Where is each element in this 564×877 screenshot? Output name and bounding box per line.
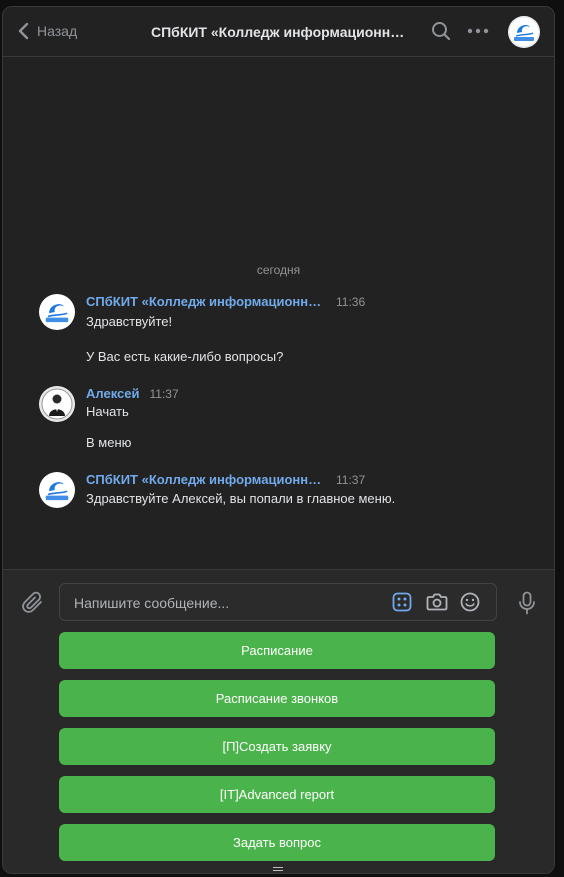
- smile-icon[interactable]: [460, 592, 480, 612]
- message-text: У Вас есть какие-либо вопросы?: [86, 349, 284, 364]
- chat-window: Назад СПбКИТ «Колледж информационны... с…: [2, 6, 555, 874]
- message-header: Алексей 11:37: [86, 386, 179, 402]
- message-group: Алексей 11:37 Начать В меню: [39, 386, 534, 456]
- message-time: 11:36: [336, 295, 366, 309]
- date-separator: сегодня: [256, 263, 301, 277]
- camera-icon[interactable]: [426, 592, 448, 612]
- message-header: СПбКИТ «Колледж информационных ... 11:37: [86, 472, 365, 488]
- chat-header: Назад СПбКИТ «Колледж информационны...: [3, 7, 554, 57]
- message-group: СПбКИТ «Колледж информационных ... 11:36 …: [39, 294, 534, 374]
- avatar[interactable]: [39, 472, 75, 508]
- search-icon[interactable]: [431, 21, 451, 41]
- microphone-icon[interactable]: [518, 591, 536, 615]
- resize-handle[interactable]: [273, 865, 283, 871]
- message-header: СПбКИТ «Колледж информационных ... 11:36: [86, 294, 365, 310]
- composer: Расписание Расписание звонков [П]Создать…: [3, 569, 554, 873]
- back-label: Назад: [37, 23, 78, 39]
- message-time: 11:37: [149, 387, 179, 401]
- chevron-left-icon: [18, 22, 29, 40]
- message-text: Здравствуйте!: [86, 314, 173, 329]
- college-logo-icon: [40, 473, 74, 507]
- paperclip-icon[interactable]: [21, 591, 45, 615]
- keyboard-button-schedule[interactable]: Расписание: [59, 632, 495, 669]
- message-text: Здравствуйте Алексей, вы попали в главно…: [86, 491, 396, 506]
- message-group: СПбКИТ «Колледж информационных ... 11:37 …: [39, 472, 534, 512]
- avatar[interactable]: [39, 386, 75, 422]
- back-button[interactable]: Назад: [17, 21, 77, 41]
- keyboard-button-bell-schedule[interactable]: Расписание звонков: [59, 680, 495, 717]
- avatar[interactable]: [39, 294, 75, 330]
- community-avatar[interactable]: [508, 16, 540, 48]
- keyboard-button-create-request[interactable]: [П]Создать заявку: [59, 728, 495, 765]
- college-logo-icon: [508, 16, 540, 48]
- message-time: 11:37: [336, 473, 366, 487]
- user-avatar-icon: [39, 386, 75, 422]
- more-horizontal-icon[interactable]: [467, 27, 489, 35]
- message-text: Начать: [86, 404, 129, 419]
- chat-title[interactable]: СПбКИТ «Колледж информационны...: [151, 22, 411, 42]
- college-logo-icon: [40, 295, 74, 329]
- message-input-box: [59, 583, 497, 622]
- message-feed[interactable]: сегодня СПбКИТ «Колледж информационных .…: [3, 57, 554, 569]
- message-input[interactable]: [72, 584, 376, 622]
- message-text: В меню: [86, 435, 132, 450]
- keyboard-button-advanced-report[interactable]: [IT]Advanced report: [59, 776, 495, 813]
- author-name[interactable]: СПбКИТ «Колледж информационных ...: [86, 294, 326, 310]
- bot-keyboard-icon[interactable]: [392, 592, 412, 612]
- author-name[interactable]: СПбКИТ «Колледж информационных ...: [86, 472, 326, 488]
- author-name[interactable]: Алексей: [86, 386, 140, 402]
- keyboard-button-ask-question[interactable]: Задать вопрос: [59, 824, 495, 861]
